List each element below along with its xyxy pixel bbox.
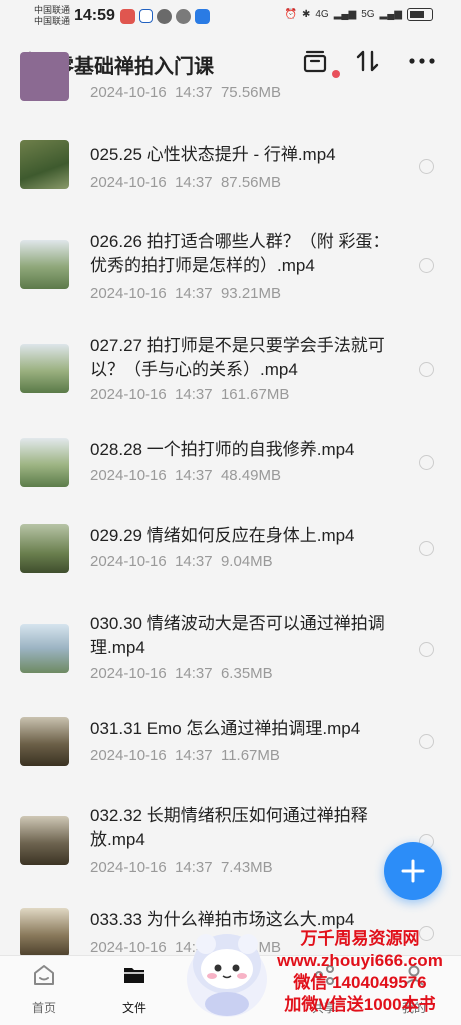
app-notification-icon [157,9,172,24]
signal-icon-2: 5G [361,9,375,20]
file-name: 031.31 Emo 怎么通过禅拍调理.mp4 [90,719,361,738]
list-item[interactable]: 026.26 拍打适合哪些人群？（附 彩蛋：优秀的拍打师是怎样的）.mp4 20… [0,230,461,310]
video-thumbnail [20,624,69,673]
video-thumbnail [20,52,69,101]
select-checkbox[interactable] [419,455,434,470]
file-meta: 2024-10-16 14:37 11.67MB [90,747,280,764]
file-meta: 2024-10-16 14:37 6.35MB [90,665,273,682]
list-item[interactable]: 031.31 Emo 怎么通过禅拍调理.mp4 2024-10-16 14:37… [0,716,461,772]
file-meta: 2024-10-16 14:37 75.56MB [90,84,282,101]
add-button[interactable] [384,842,442,900]
select-checkbox[interactable] [419,362,434,377]
list-item[interactable]: 027.27 拍打师是不是只要学会手法就可以？（手与心的关系）.mp4 2024… [0,334,461,414]
select-checkbox[interactable] [419,159,434,174]
file-meta: 2024-10-16 14:37 7.43MB [90,859,273,876]
watermark: 万千周易资源网 www.zhouyi666.com 微信 1404049576 … [260,928,460,1016]
upload-list-button[interactable] [302,48,328,80]
file-name: 026.26 拍打适合哪些人群？（附 彩蛋：优秀的拍打师是怎样的）.mp4 [90,232,390,275]
notification-badge [332,70,340,78]
more-button[interactable] [408,48,436,80]
app-notification-icon [195,9,210,24]
app-notification-icon [139,9,153,23]
mascot-image [187,934,267,1017]
notification-icons [120,9,210,24]
tab-label: 文件 [121,1001,146,1015]
page-title: 零基础禅拍入门课 [54,56,214,78]
watermark-line: 万千周易资源网 [300,929,420,948]
alarm-icon: ⏰ [284,9,297,20]
select-checkbox[interactable] [419,541,434,556]
sort-icon [356,50,379,72]
file-name: 032.32 长期情绪积压如何通过禅拍释放.mp4 [90,806,368,849]
signal-bars-icon: ▂▄▆ [333,9,357,20]
carrier-info: 中国联通 中国联通 [34,5,70,27]
video-thumbnail [20,717,69,766]
select-checkbox[interactable] [419,642,434,657]
sort-button[interactable] [355,48,381,80]
watermark-line: www.zhouyi666.com [277,951,443,970]
signal-bars-icon: ▂▄▆ [379,9,402,20]
select-checkbox[interactable] [419,734,434,749]
video-thumbnail [20,140,69,189]
file-meta: 2024-10-16 14:37 48.49MB [90,467,282,484]
signal-icon-1: 4G [315,9,329,20]
clock: 14:59 [74,7,115,24]
list-item[interactable]: 2024-10-16 14:37 75.56MB [0,52,461,122]
tab-label: 首页 [31,1001,56,1015]
file-meta: 2024-10-16 14:37 93.21MB [90,285,282,302]
file-name: 025.25 心性状态提升 - 行禅.mp4 [90,145,336,164]
select-checkbox[interactable] [419,258,434,273]
carrier-1: 中国联通 [34,5,71,15]
video-thumbnail [20,438,69,487]
watermark-line: 微信 1404049576 [293,973,427,992]
app-notification-icon [176,9,191,24]
battery-icon [407,8,433,21]
list-item[interactable]: 029.29 情绪如何反应在身体上.mp4 2024-10-16 14:37 9… [0,522,461,578]
system-icons: ⏰ ✱ 4G ▂▄▆ 5G ▂▄▆ [285,8,433,21]
list-item[interactable]: 030.30 情绪波动大是否可以通过禅拍调理.mp4 2024-10-16 14… [0,610,461,690]
file-name: 028.28 一个拍打师的自我修养.mp4 [90,440,355,459]
file-name: 027.27 拍打师是不是只要学会手法就可以？（手与心的关系）.mp4 [90,336,385,379]
video-thumbnail [20,816,69,865]
list-item[interactable]: 025.25 心性状态提升 - 行禅.mp4 2024-10-16 14:37 … [0,140,461,196]
file-name: 029.29 情绪如何反应在身体上.mp4 [90,526,355,545]
more-icon [409,58,435,64]
video-thumbnail [20,240,69,289]
home-icon [34,965,54,985]
video-thumbnail [20,524,69,573]
video-thumbnail [20,908,69,957]
file-meta: 2024-10-16 14:37 9.04MB [90,553,273,570]
list-item[interactable]: 028.28 一个拍打师的自我修养.mp4 2024-10-16 14:37 4… [0,436,461,492]
transfer-list-icon [303,50,327,73]
tab-home[interactable]: 首页 [14,962,74,1016]
app-notification-icon [120,9,135,24]
watermark-line: 加微V信送1000本书 [284,995,436,1014]
plus-icon [401,859,425,883]
carrier-2: 中国联通 [34,16,71,26]
folder-icon [124,968,144,983]
video-thumbnail [20,344,69,393]
file-meta: 2024-10-16 14:37 161.67MB [90,386,290,403]
file-meta: 2024-10-16 14:37 87.56MB [90,174,282,191]
tab-files[interactable]: 文件 [104,962,164,1016]
file-name: 030.30 情绪波动大是否可以通过禅拍调理.mp4 [90,614,385,657]
status-bar: 中国联通 中国联通 14:59 ⏰ ✱ 4G ▂▄▆ 5G ▂▄▆ [0,0,461,34]
bluetooth-icon: ✱ [301,9,311,20]
